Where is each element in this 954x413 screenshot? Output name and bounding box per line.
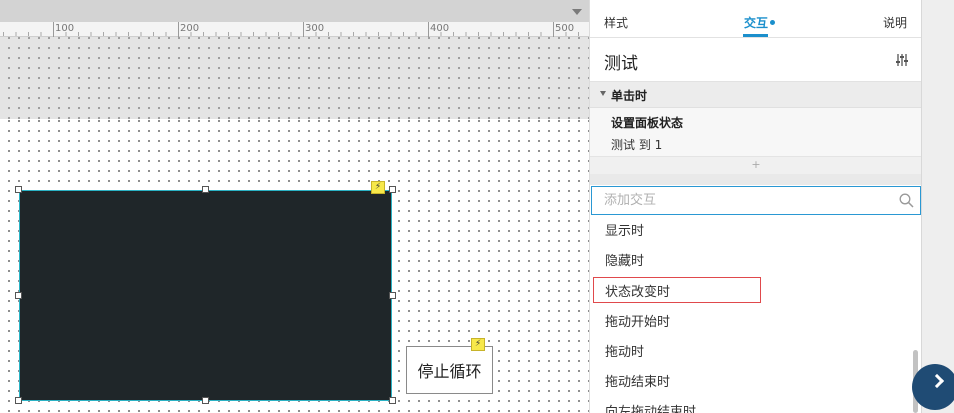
event-title: 单击时	[611, 89, 648, 103]
add-interaction-input[interactable]	[592, 187, 892, 214]
event-option[interactable]: 显示时	[590, 217, 912, 247]
resize-handle[interactable]	[15, 292, 22, 299]
ruler-scale: 100 200 300 400 500	[0, 22, 589, 37]
active-tab-underline	[743, 34, 768, 37]
collapse-panel-button[interactable]	[912, 364, 954, 410]
event-option[interactable]: 隐藏时	[590, 247, 912, 277]
resize-handle[interactable]	[15, 397, 22, 404]
tab-style[interactable]: 样式	[604, 14, 628, 31]
right-gutter	[921, 0, 954, 413]
add-case-button[interactable]: +	[590, 156, 921, 174]
tab-notes[interactable]: 说明	[883, 14, 907, 31]
resize-handle[interactable]	[389, 397, 396, 404]
action-title[interactable]: 设置面板状态	[611, 114, 683, 131]
event-option[interactable]: 拖动开始时	[590, 308, 912, 338]
tab-interactions-label: 交互	[744, 16, 769, 30]
event-option[interactable]: 拖动时	[590, 338, 912, 368]
ruler-label: 300	[305, 23, 325, 34]
inspector-panel: 样式 交互 说明 测试 单击时 设置面板状态 测试 到 1 + 添加交互 显示时…	[589, 0, 921, 413]
design-canvas[interactable]: 100 200 300 400 500 ⚡ 停止循环 ⚡	[0, 0, 589, 413]
ruler-label: 400	[430, 23, 450, 34]
widget-name[interactable]: 测试	[604, 49, 638, 74]
sliders-icon[interactable]	[895, 53, 909, 67]
lightning-icon[interactable]: ⚡	[471, 338, 485, 351]
interaction-case: 单击时 设置面板状态 测试 到 1 +	[590, 82, 921, 174]
section-divider	[590, 174, 921, 185]
canvas-gray-band	[0, 37, 589, 119]
lightning-icon[interactable]: ⚡	[371, 181, 385, 194]
inspector-tabs: 样式 交互 说明	[590, 0, 921, 38]
tab-interactions[interactable]: 交互	[744, 14, 776, 31]
horizontal-ruler: 100 200 300 400 500	[0, 0, 589, 37]
ruler-label: 200	[180, 23, 200, 34]
chevron-right-icon	[929, 373, 945, 389]
resize-handle[interactable]	[389, 292, 396, 299]
action-detail[interactable]: 测试 到 1	[611, 136, 662, 153]
ruler-label: 500	[555, 23, 575, 34]
resize-handle[interactable]	[202, 397, 209, 404]
stop-loop-button-widget[interactable]: 停止循环	[406, 346, 493, 394]
dynamic-panel-widget[interactable]	[19, 190, 392, 401]
add-interaction-search[interactable]	[591, 186, 921, 215]
resize-handle[interactable]	[389, 186, 396, 193]
ruler-label: 100	[55, 23, 75, 34]
app-root: 100 200 300 400 500 ⚡ 停止循环 ⚡ 样式 交互 说明 测试…	[0, 0, 954, 413]
widget-name-row: 测试	[590, 38, 921, 82]
ruler-top-bar	[0, 0, 589, 22]
resize-handle[interactable]	[202, 186, 209, 193]
ruler-dropdown-icon[interactable]	[572, 9, 582, 15]
active-dot-icon	[770, 20, 776, 25]
highlight-outline	[593, 277, 761, 303]
search-icon[interactable]	[899, 193, 914, 208]
event-header[interactable]: 单击时	[590, 82, 921, 108]
event-option[interactable]: 拖动结束时	[590, 368, 912, 398]
resize-handle[interactable]	[15, 186, 22, 193]
event-option[interactable]: 向左拖动结束时	[590, 398, 912, 413]
caret-down-icon[interactable]	[600, 91, 606, 96]
